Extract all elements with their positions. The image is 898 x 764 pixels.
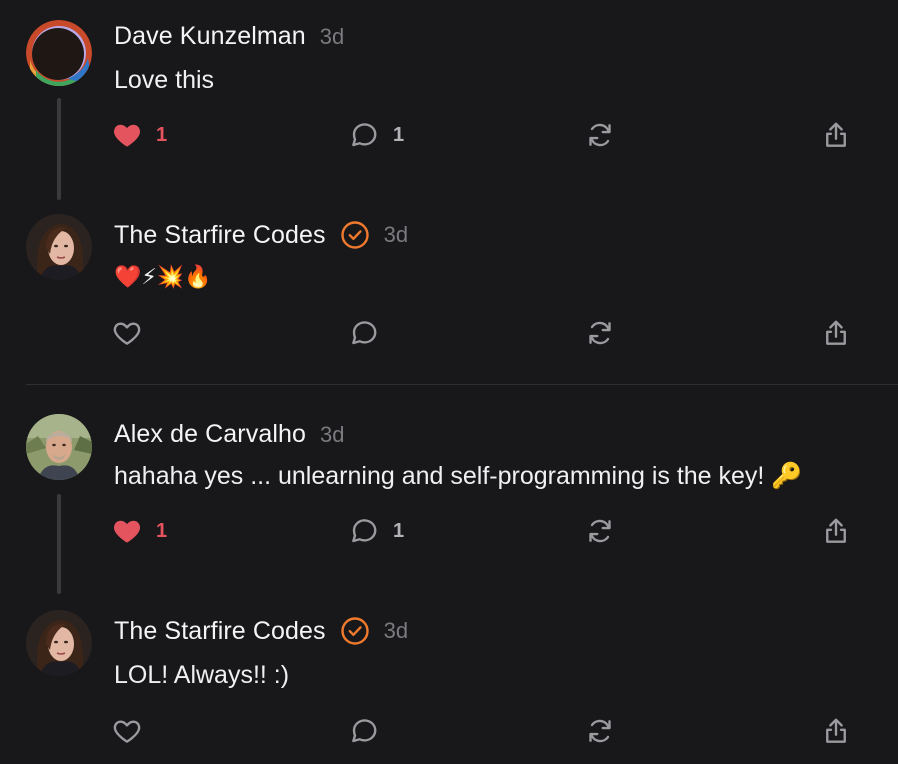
share-icon <box>821 120 851 150</box>
comment-header: The Starfire Codes 3d <box>114 616 408 646</box>
repost-icon <box>585 516 615 546</box>
share-button[interactable] <box>821 318 851 348</box>
avatar[interactable] <box>26 610 92 676</box>
avatar[interactable] <box>26 414 92 480</box>
author-name[interactable]: The Starfire Codes <box>114 617 326 646</box>
avatar[interactable] <box>26 20 92 86</box>
thread-line <box>57 98 61 200</box>
avatar-image <box>26 414 92 480</box>
comment-header: Alex de Carvalho 3d <box>114 420 344 449</box>
comment-text: hahaha yes ... unlearning and self-progr… <box>114 462 803 490</box>
comment-dave-kunzelman: Dave Kunzelman 3d Love this 1 1 <box>0 0 898 210</box>
timestamp[interactable]: 3d <box>320 24 344 50</box>
thread-divider <box>26 384 898 385</box>
comment-icon <box>349 516 379 546</box>
like-count: 1 <box>156 519 168 542</box>
heart-icon <box>112 120 142 150</box>
heart-icon <box>112 318 142 348</box>
reply-button[interactable]: 1 <box>349 516 404 546</box>
reply-button[interactable] <box>349 318 379 348</box>
comment-header: Dave Kunzelman 3d <box>114 22 344 51</box>
thread-line <box>57 494 61 594</box>
share-button[interactable] <box>821 516 851 546</box>
comment-header: The Starfire Codes 3d <box>114 220 408 250</box>
comment-alex-de-carvalho: Alex de Carvalho 3d hahaha yes ... unlea… <box>0 400 898 600</box>
comment-icon <box>349 120 379 150</box>
heart-icon <box>112 516 142 546</box>
restack-button[interactable] <box>585 716 615 746</box>
comment-text: Love this <box>114 66 215 94</box>
comment-feed: Dave Kunzelman 3d Love this 1 1 The Star… <box>0 0 898 764</box>
author-name[interactable]: Alex de Carvalho <box>114 420 306 449</box>
repost-icon <box>585 716 615 746</box>
restack-button[interactable] <box>585 516 615 546</box>
share-icon <box>821 318 851 348</box>
comment-starfire-codes-reply: The Starfire Codes 3d LOL! Always!! :) <box>0 606 898 764</box>
verified-badge-icon <box>340 616 370 646</box>
restack-button[interactable] <box>585 120 615 150</box>
timestamp[interactable]: 3d <box>384 222 408 248</box>
timestamp[interactable]: 3d <box>384 618 408 644</box>
like-button[interactable] <box>112 716 142 746</box>
share-button[interactable] <box>821 120 851 150</box>
heart-icon <box>112 716 142 746</box>
like-button[interactable] <box>112 318 142 348</box>
comment-text: ❤️⚡💥🔥 <box>114 264 212 289</box>
avatar-image <box>26 610 92 676</box>
avatar-image <box>26 214 92 280</box>
author-name[interactable]: The Starfire Codes <box>114 221 326 250</box>
share-icon <box>821 716 851 746</box>
reply-count: 1 <box>393 519 405 542</box>
comment-starfire-codes: The Starfire Codes 3d ❤️⚡💥🔥 <box>0 210 898 384</box>
avatar-image <box>26 20 92 86</box>
author-name[interactable]: Dave Kunzelman <box>114 22 306 51</box>
repost-icon <box>585 318 615 348</box>
like-button[interactable]: 1 <box>112 120 167 150</box>
timestamp[interactable]: 3d <box>320 422 344 448</box>
verified-badge-icon <box>340 220 370 250</box>
comment-text: LOL! Always!! :) <box>114 661 290 689</box>
comment-icon <box>349 716 379 746</box>
avatar[interactable] <box>26 214 92 280</box>
reply-count: 1 <box>393 123 405 146</box>
reply-button[interactable]: 1 <box>349 120 404 150</box>
like-button[interactable]: 1 <box>112 516 167 546</box>
like-count: 1 <box>156 123 168 146</box>
share-icon <box>821 516 851 546</box>
reply-button[interactable] <box>349 716 379 746</box>
restack-button[interactable] <box>585 318 615 348</box>
repost-icon <box>585 120 615 150</box>
comment-icon <box>349 318 379 348</box>
share-button[interactable] <box>821 716 851 746</box>
